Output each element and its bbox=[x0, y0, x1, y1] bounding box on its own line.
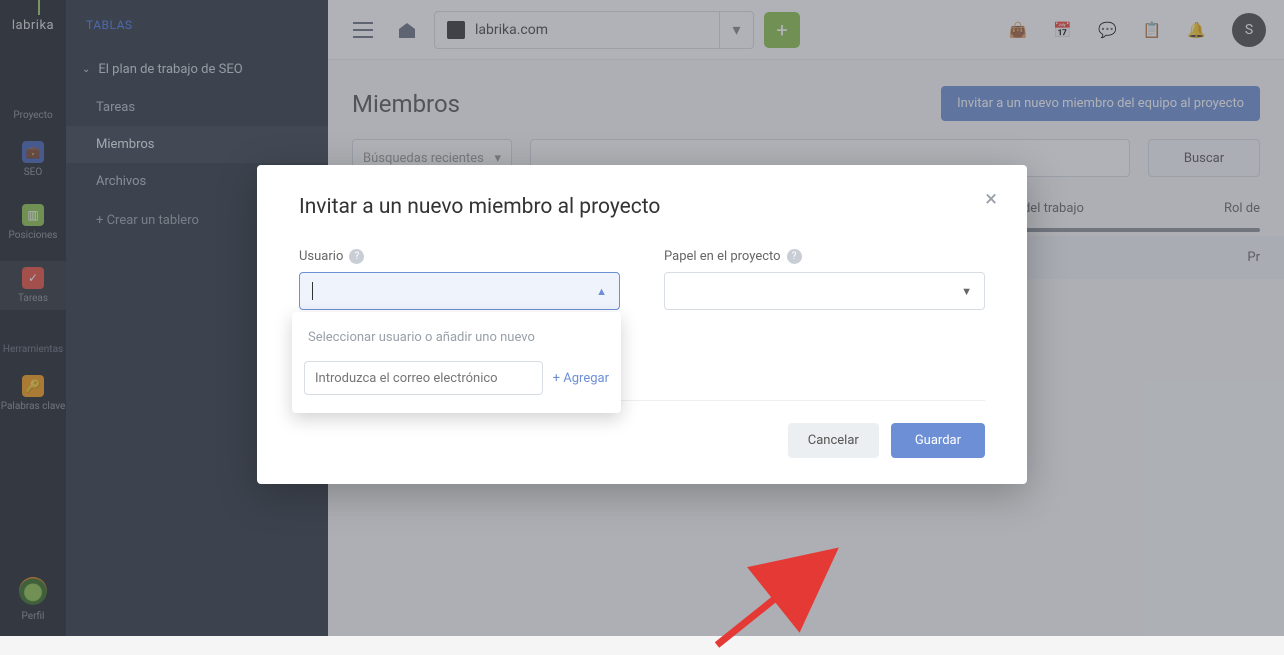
role-field: Papel en el proyecto ? ▼ bbox=[664, 249, 985, 310]
invite-modal: Invitar a un nuevo miembro al proyecto ×… bbox=[257, 165, 1027, 484]
dropdown-hint: Seleccionar usuario o añadir uno nuevo bbox=[292, 322, 621, 353]
user-field: Usuario ? ▲ Seleccionar usuario o añadir… bbox=[299, 249, 620, 310]
email-input[interactable] bbox=[304, 361, 543, 395]
help-icon[interactable]: ? bbox=[349, 249, 364, 264]
modal-title: Invitar a un nuevo miembro al proyecto bbox=[299, 195, 985, 219]
annotation-arrow bbox=[707, 545, 877, 655]
caret-down-icon: ▼ bbox=[961, 285, 972, 298]
cancel-button[interactable]: Cancelar bbox=[788, 423, 879, 458]
role-select[interactable]: ▼ bbox=[664, 272, 985, 310]
close-icon[interactable]: × bbox=[985, 187, 997, 212]
role-label: Papel en el proyecto bbox=[664, 249, 781, 264]
modal-overlay: Invitar a un nuevo miembro al proyecto ×… bbox=[0, 0, 1284, 636]
add-user-link[interactable]: + Agregar bbox=[553, 371, 609, 386]
user-dropdown: Seleccionar usuario o añadir uno nuevo +… bbox=[292, 312, 621, 413]
user-label: Usuario bbox=[299, 249, 343, 264]
save-button[interactable]: Guardar bbox=[891, 423, 985, 458]
user-combobox[interactable]: ▲ bbox=[299, 272, 620, 310]
caret-up-icon: ▲ bbox=[596, 285, 607, 298]
text-cursor bbox=[312, 282, 313, 300]
help-icon[interactable]: ? bbox=[787, 249, 802, 264]
